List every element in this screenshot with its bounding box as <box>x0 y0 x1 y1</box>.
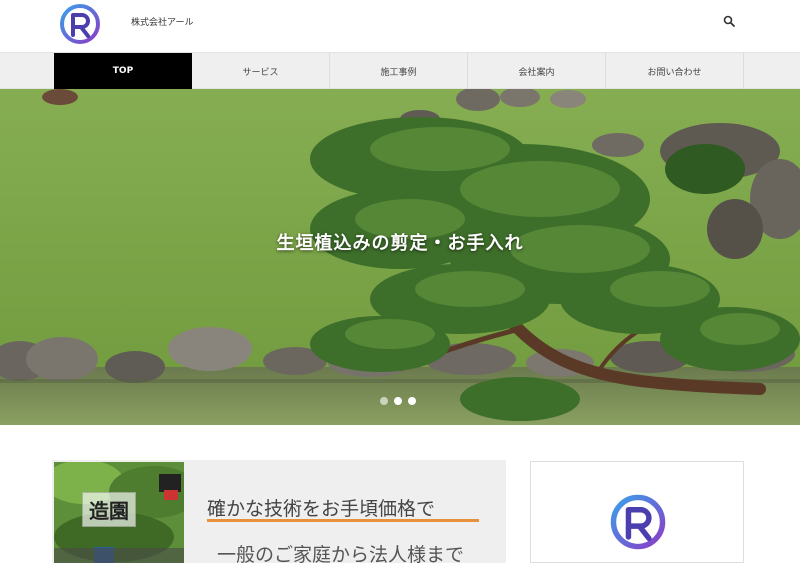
slider-dot-3[interactable] <box>408 397 416 405</box>
nav-item-contact[interactable]: お問い合わせ <box>606 53 744 89</box>
nav-item-label: 会社案内 <box>518 67 555 78</box>
nav-item-top[interactable]: TOP <box>54 53 192 89</box>
company-name: 株式会社アール <box>131 18 194 28</box>
nav-item-label: サービス <box>242 67 279 78</box>
promo-title: 確かな技術をお手頃価格で <box>207 498 436 520</box>
nav-item-works[interactable]: 施工事例 <box>330 53 468 89</box>
promo-image-label: 造園 <box>82 492 136 527</box>
side-logo-card[interactable] <box>530 461 744 563</box>
slider-dots <box>380 397 416 405</box>
nav-item-label: お問い合わせ <box>647 67 702 78</box>
hero-caption: 生垣植込みの剪定・お手入れ <box>276 233 524 254</box>
slider-dot-2[interactable] <box>394 397 402 405</box>
site-header: 株式会社アール <box>0 0 800 52</box>
r-logo-icon[interactable] <box>58 2 102 46</box>
r-logo-icon <box>610 494 666 550</box>
nav-item-service[interactable]: サービス <box>192 53 330 89</box>
nav-item-label: TOP <box>112 66 134 76</box>
hero-garden-image <box>0 89 800 425</box>
global-nav: TOP サービス 施工事例 会社案内 お問い合わせ <box>0 52 800 89</box>
nav-item-label: 施工事例 <box>380 67 417 78</box>
slider-dot-1[interactable] <box>380 397 388 405</box>
hero-slider[interactable]: 生垣植込みの剪定・お手入れ <box>0 89 800 425</box>
search-icon[interactable] <box>722 14 736 28</box>
promo-image: 造園 <box>54 462 184 563</box>
promo-banner[interactable]: 造園 確かな技術をお手頃価格で 一般のご家庭から法人様まで <box>52 460 506 563</box>
nav-item-company[interactable]: 会社案内 <box>468 53 606 89</box>
promo-subtitle: 一般のご家庭から法人様まで <box>217 544 465 563</box>
promo-underline <box>207 519 479 522</box>
